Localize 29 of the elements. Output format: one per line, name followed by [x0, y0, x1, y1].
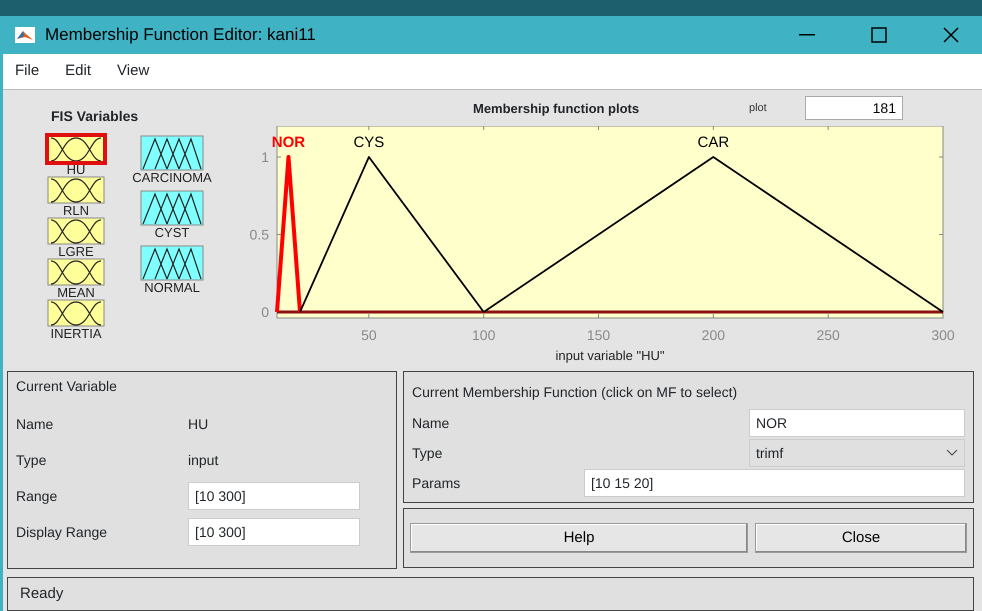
x-axis-label: input variable "HU" [556, 348, 664, 364]
field-value: HU [188, 414, 208, 434]
panel-title: Current Membership Function (click on MF to select) [412, 382, 738, 402]
y-tick-label: 0 [261, 304, 269, 320]
y-tick-label: 0.5 [250, 226, 269, 243]
field-label: Params [412, 474, 462, 493]
panel-title: FIS Variables [51, 108, 140, 126]
plot-title: Membership function plots [473, 100, 640, 118]
status-text: Ready [20, 584, 64, 604]
x-tick-label: 300 [931, 327, 955, 344]
x-tick-label: 150 [586, 327, 610, 344]
mf-label: NOR [272, 134, 306, 152]
field-value: input [188, 450, 218, 470]
field-label: Name [412, 414, 450, 433]
panel-title: Current Variable [16, 377, 118, 396]
y-tick-label: 1 [261, 149, 269, 166]
window-title: Membership Function Editor: kani11 [45, 24, 316, 46]
x-tick-label: 50 [361, 327, 377, 344]
field-label: Type [412, 444, 444, 463]
x-tick-label: 200 [702, 327, 726, 344]
field-label: Name [16, 414, 54, 434]
field-label: Range [16, 486, 58, 506]
field-label: Type [16, 450, 48, 470]
mf-label: CAR [698, 134, 730, 152]
mf-label: CYS [353, 134, 384, 152]
points-label: plot [749, 101, 768, 116]
x-tick-label: 100 [472, 327, 496, 344]
x-tick-label: 250 [816, 327, 840, 344]
field-label: Display Range [16, 522, 108, 542]
